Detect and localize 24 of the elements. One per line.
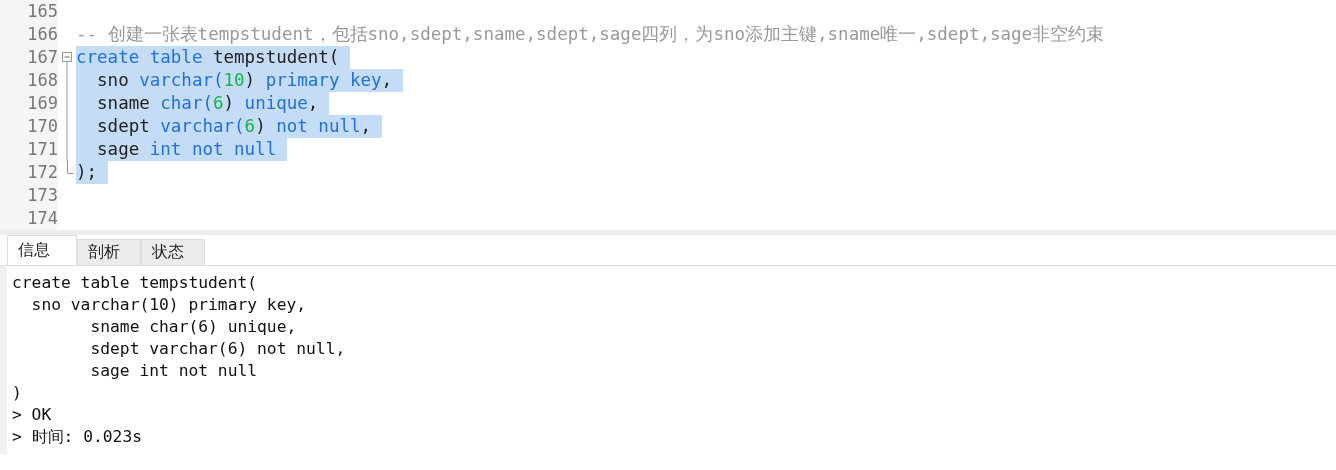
line-number: 174	[26, 207, 58, 230]
output-line: create table tempstudent(	[12, 272, 259, 294]
output-line: sno varchar(10) primary key,	[30, 294, 308, 316]
output-line: > OK	[12, 404, 53, 426]
tab[interactable]: 状态	[141, 239, 205, 265]
line-number: 167	[26, 46, 58, 69]
line-number: 171	[26, 138, 58, 161]
output-line: )	[12, 382, 23, 404]
tab[interactable]: 信息	[7, 235, 77, 265]
line-number: 166	[26, 23, 58, 46]
line-number: 168	[26, 69, 58, 92]
tab[interactable]: 剖析	[77, 239, 141, 265]
output-line: sage int not null	[89, 360, 259, 382]
fold-end-line	[66, 161, 74, 174]
line-number: 172	[26, 161, 58, 184]
output-line: sname char(6) unique,	[89, 316, 298, 338]
line-number: 169	[26, 92, 58, 115]
code-line: -- 创建一张表tempstudent，包括sno,sdept,sname,sdept,sage四列，为sno添加主键,sname唯一,sdept,sage非空约束	[76, 23, 1106, 46]
line-number: 173	[26, 184, 58, 207]
output-line: sdept varchar(6) not null,	[89, 338, 347, 360]
fold-toggle-icon[interactable]	[62, 52, 72, 69]
line-number: 165	[26, 0, 58, 23]
line-number: 170	[26, 115, 58, 138]
output-line: > 时间: 0.023s	[12, 426, 144, 448]
